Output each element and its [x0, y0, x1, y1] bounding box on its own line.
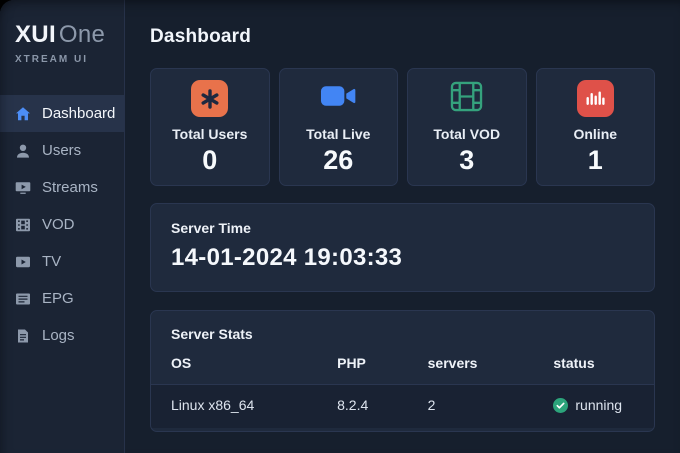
sidebar-item-streams[interactable]: Streams	[0, 169, 124, 206]
column-header-servers: servers	[427, 355, 478, 371]
sidebar-menu: Dashboard Users Streams VOD TV EPG Logs	[0, 95, 124, 354]
epg-list-icon	[15, 291, 31, 307]
stat-card-value: 26	[323, 144, 354, 175]
sidebar-item-dashboard[interactable]: Dashboard	[0, 95, 124, 132]
sidebar-item-label: TV	[42, 253, 62, 270]
stat-card-value: 0	[202, 144, 218, 175]
brand-primary: XUI	[15, 21, 56, 48]
stats-cards-row: Total Users 0 Total Live 26 Total VOD 3 …	[150, 68, 655, 186]
column-header-status: status	[553, 355, 595, 371]
sidebar-item-label: Users	[42, 142, 82, 159]
film-strip-icon	[450, 81, 483, 117]
stat-card-label: Total VOD	[433, 125, 501, 142]
brand-secondary: One	[58, 21, 106, 48]
video-camera-icon	[320, 83, 357, 114]
stat-card-label: Total Live	[306, 125, 371, 142]
column-header-os: OS	[171, 355, 192, 371]
app-window: XUI One XTREAM UI Dashboard Users Stream…	[0, 0, 680, 453]
cell-servers: 2	[427, 384, 554, 428]
tv-play-icon	[15, 254, 31, 270]
home-icon	[15, 106, 31, 122]
film-icon	[15, 217, 31, 233]
table-header-row: OS PHP servers status	[151, 355, 654, 385]
server-stats-title: Server Stats	[171, 326, 253, 342]
status-label: running	[575, 397, 623, 413]
sidebar-item-vod[interactable]: VOD	[0, 206, 124, 243]
brand-subtitle: XTREAM UI	[15, 54, 88, 65]
column-header-php: PHP	[337, 355, 366, 371]
check-circle-icon	[553, 397, 569, 413]
stream-monitor-icon	[15, 180, 31, 196]
users-icon	[15, 143, 31, 159]
sidebar-item-label: Streams	[42, 179, 98, 196]
server-stats-panel: Server Stats OS PHP servers status Linux…	[150, 310, 655, 432]
sidebar-item-users[interactable]: Users	[0, 132, 124, 169]
cell-php: 8.2.4	[337, 384, 428, 428]
server-time-panel: Server Time 14-01-2024 19:03:33	[150, 203, 655, 292]
stat-card-label: Total Users	[172, 125, 248, 142]
sidebar-item-label: EPG	[42, 290, 74, 307]
stat-card-online: Online 1	[535, 68, 655, 186]
sidebar-item-label: Logs	[42, 327, 75, 344]
stat-card-total-users: Total Users 0	[150, 68, 270, 186]
table-row: Linux x86_64 8.2.4 2 running	[151, 384, 654, 428]
bar-chart-icon	[576, 80, 614, 117]
sidebar-item-epg[interactable]: EPG	[0, 280, 124, 317]
page-title: Dashboard	[150, 26, 252, 47]
brand-title: XUI One	[15, 21, 124, 49]
brand-logo[interactable]: XUI One XTREAM UI	[0, 0, 124, 65]
stat-card-total-live: Total Live 26	[278, 68, 398, 186]
stat-card-value: 3	[459, 144, 475, 175]
cell-os: Linux x86_64	[151, 384, 338, 428]
sidebar-item-tv[interactable]: TV	[0, 243, 124, 280]
sidebar-item-label: VOD	[42, 216, 75, 233]
logs-document-icon	[15, 328, 31, 344]
stat-card-total-vod: Total VOD 3	[407, 68, 527, 186]
stat-card-label: Online	[573, 125, 618, 142]
sidebar-item-logs[interactable]: Logs	[0, 317, 124, 354]
sidebar-item-label: Dashboard	[42, 105, 116, 122]
sidebar: XUI One XTREAM UI Dashboard Users Stream…	[0, 0, 125, 453]
server-time-value: 14-01-2024 19:03:33	[171, 244, 403, 271]
cell-status: running	[553, 384, 654, 428]
main-content: Dashboard Total Users 0 Total Live 26 To…	[125, 0, 680, 453]
stat-card-value: 1	[587, 144, 603, 175]
server-time-title: Server Time	[171, 220, 251, 236]
server-stats-table: OS PHP servers status Linux x86_64 8.2.4…	[151, 355, 654, 428]
asterisk-icon	[191, 80, 229, 117]
